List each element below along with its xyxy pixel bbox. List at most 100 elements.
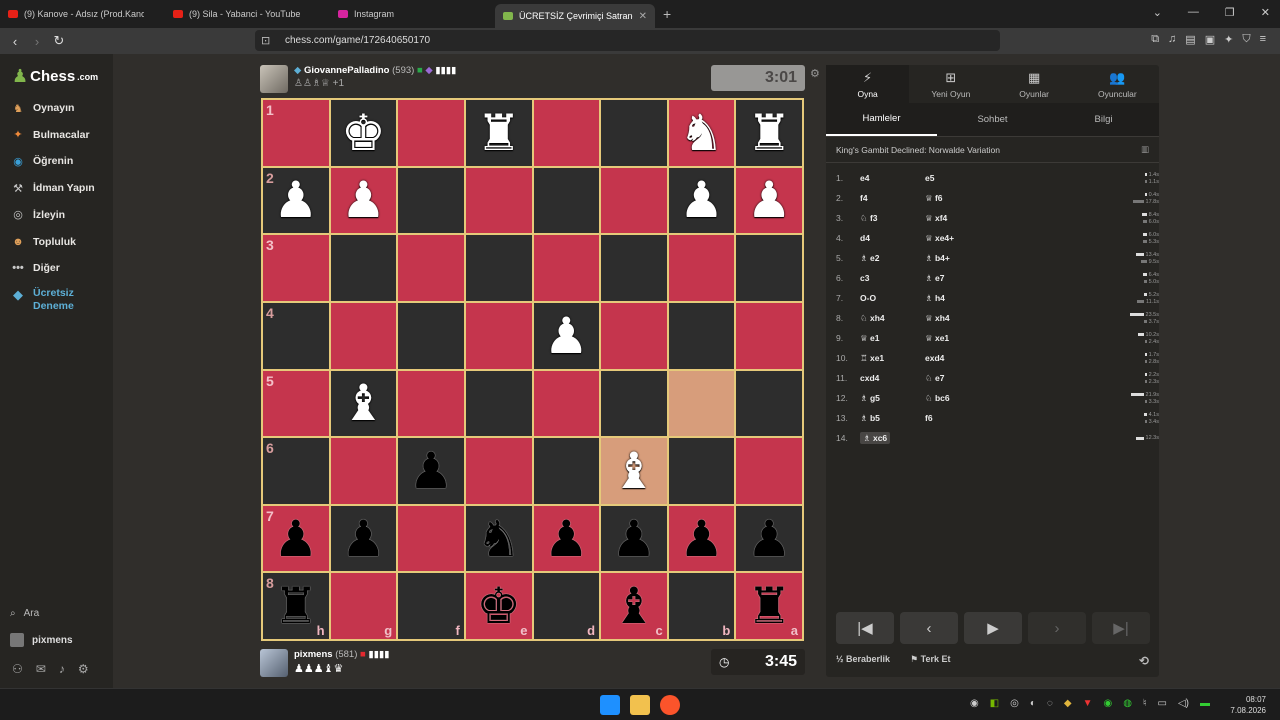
board-square[interactable]: a ♜ xyxy=(735,572,803,640)
board-square[interactable]: 7 ♟ xyxy=(262,504,330,573)
white-move[interactable]: ♗ g5 xyxy=(860,393,925,404)
board-square[interactable] xyxy=(397,504,465,573)
black-rook-icon[interactable]: ♜ xyxy=(273,581,318,631)
board-square[interactable] xyxy=(397,99,465,167)
tray-icon[interactable]: ◍ xyxy=(1123,698,1132,709)
tray-icon[interactable]: ▼ xyxy=(1083,698,1093,709)
black-bishop-icon[interactable]: ♝ xyxy=(612,581,657,631)
board-square[interactable] xyxy=(532,437,601,505)
board-square[interactable]: 4 xyxy=(262,301,330,370)
discord-icon[interactable]: ◐ xyxy=(1030,698,1036,709)
bell-icon[interactable]: ♪ xyxy=(59,662,65,676)
board-square[interactable]: e ♚ xyxy=(464,572,533,640)
black-move[interactable]: f6 xyxy=(925,413,990,423)
search-link[interactable]: ⌕ Ara xyxy=(10,608,39,619)
tab-oyna[interactable]: ⚡ Oyna xyxy=(826,65,910,103)
browser-tab[interactable]: Instagram xyxy=(330,2,495,26)
maximize-button[interactable]: ❐ xyxy=(1225,6,1235,19)
board-square[interactable] xyxy=(329,234,398,302)
browser-tab[interactable]: ÜCRETSİZ Çevrimiçi Satranç O ✕ xyxy=(495,4,655,28)
top-player-avatar[interactable] xyxy=(260,65,288,93)
board-square[interactable]: f xyxy=(397,572,465,640)
white-move[interactable]: f4 xyxy=(860,193,925,203)
url-bar[interactable]: ⊡ chess.com/game/172640650170 xyxy=(255,30,1000,51)
white-pawn-icon[interactable]: ♟ xyxy=(747,175,792,225)
board-square[interactable] xyxy=(667,437,736,505)
flip-board-icon[interactable]: ⟲ xyxy=(1139,654,1149,668)
board-square[interactable]: g xyxy=(329,572,398,640)
white-move[interactable]: ♘ f3 xyxy=(860,213,925,224)
board-square[interactable] xyxy=(735,301,803,370)
board-square[interactable] xyxy=(329,301,398,370)
resign-button[interactable]: ⚑ Terk Et xyxy=(910,654,950,668)
white-pawn-icon[interactable]: ♟ xyxy=(273,175,318,225)
tab-oyunlar[interactable]: ▦ Oyunlar xyxy=(993,65,1076,103)
board-square[interactable] xyxy=(600,301,668,370)
board-square[interactable] xyxy=(532,166,601,235)
extensions-icon[interactable]: ⧉ xyxy=(1151,33,1159,46)
close-tab-icon[interactable]: ✕ xyxy=(639,11,647,22)
board-square[interactable]: 6 xyxy=(262,437,330,505)
tab-oyuncular[interactable]: 👥 Oyuncular xyxy=(1076,65,1159,103)
board-square[interactable] xyxy=(464,166,533,235)
tab-yeni-oyun[interactable]: ⊞ Yeni Oyun xyxy=(909,65,992,103)
black-move[interactable]: ♗ b4+ xyxy=(925,253,990,264)
white-bishop-icon[interactable]: ♝ xyxy=(612,446,657,496)
tray-icon[interactable]: ◆ xyxy=(1064,698,1072,709)
white-king-icon[interactable]: ♚ xyxy=(341,108,386,158)
black-move[interactable]: exd4 xyxy=(925,353,990,363)
board-square[interactable]: ♟ xyxy=(532,301,601,370)
board-square[interactable] xyxy=(532,369,601,438)
board-square[interactable]: ♞ xyxy=(667,99,736,167)
board-square[interactable] xyxy=(397,369,465,438)
board-square[interactable]: 1 xyxy=(262,99,330,167)
bottom-player-avatar[interactable] xyxy=(260,649,288,677)
friends-icon[interactable]: ⚇ xyxy=(12,662,23,676)
brave-browser-icon[interactable] xyxy=(660,695,680,715)
black-rook-icon[interactable]: ♜ xyxy=(747,581,792,631)
board-square[interactable] xyxy=(397,234,465,302)
board-square[interactable]: d xyxy=(532,572,601,640)
board-square[interactable] xyxy=(667,301,736,370)
board-square[interactable] xyxy=(735,369,803,438)
board-square[interactable] xyxy=(464,369,533,438)
black-pawn-icon[interactable]: ♟ xyxy=(409,446,454,496)
board-square[interactable] xyxy=(464,437,533,505)
black-move[interactable]: ♘ e7 xyxy=(925,373,990,384)
white-move[interactable]: d4 xyxy=(860,233,925,243)
chess-logo[interactable]: ♟ Chess .com xyxy=(12,66,98,87)
black-move[interactable]: ♗ e7 xyxy=(925,273,990,284)
first-move-button[interactable]: |◀ xyxy=(836,612,894,644)
board-square[interactable] xyxy=(532,234,601,302)
board-square[interactable] xyxy=(532,99,601,167)
board-square[interactable] xyxy=(600,99,668,167)
black-pawn-icon[interactable]: ♟ xyxy=(612,514,657,564)
board-square[interactable]: 2 ♟ xyxy=(262,166,330,235)
vpn-icon[interactable]: ⛉ xyxy=(1242,33,1250,46)
white-move[interactable]: cxd4 xyxy=(860,373,925,383)
black-king-icon[interactable]: ♚ xyxy=(476,581,521,631)
volume-icon[interactable]: ◁) xyxy=(1178,698,1189,709)
black-move[interactable]: ♕ xe1 xyxy=(925,333,990,344)
user-profile-link[interactable]: pixmens xyxy=(10,633,73,647)
sidebar-item-puzzle[interactable]: ✦ Bulmacalar xyxy=(10,127,89,143)
microphone-icon[interactable]: ♮ xyxy=(1143,698,1147,709)
board-square[interactable] xyxy=(600,234,668,302)
tray-icon[interactable]: ◉ xyxy=(970,698,979,709)
sidebar-item-watch[interactable]: ◎ İzleyin xyxy=(10,207,65,223)
close-window-button[interactable]: ✕ xyxy=(1261,6,1270,19)
black-pawn-icon[interactable]: ♟ xyxy=(747,514,792,564)
previous-move-button[interactable]: ‹ xyxy=(900,612,958,644)
board-square[interactable] xyxy=(329,437,398,505)
last-move-button[interactable]: ▶| xyxy=(1092,612,1150,644)
board-settings-icon[interactable]: ⚙ xyxy=(810,67,820,80)
ai-icon[interactable]: ✦ xyxy=(1224,33,1233,46)
back-icon[interactable]: ‹ xyxy=(4,34,26,49)
board-square[interactable] xyxy=(600,369,668,438)
black-pawn-icon[interactable]: ♟ xyxy=(341,514,386,564)
tray-icon[interactable]: ◧ xyxy=(990,698,999,709)
book-icon[interactable]: ▥ xyxy=(1141,144,1149,155)
board-square[interactable] xyxy=(464,301,533,370)
black-move[interactable]: ♕ xe4+ xyxy=(925,233,990,244)
board-square[interactable]: c ♝ xyxy=(600,572,668,640)
